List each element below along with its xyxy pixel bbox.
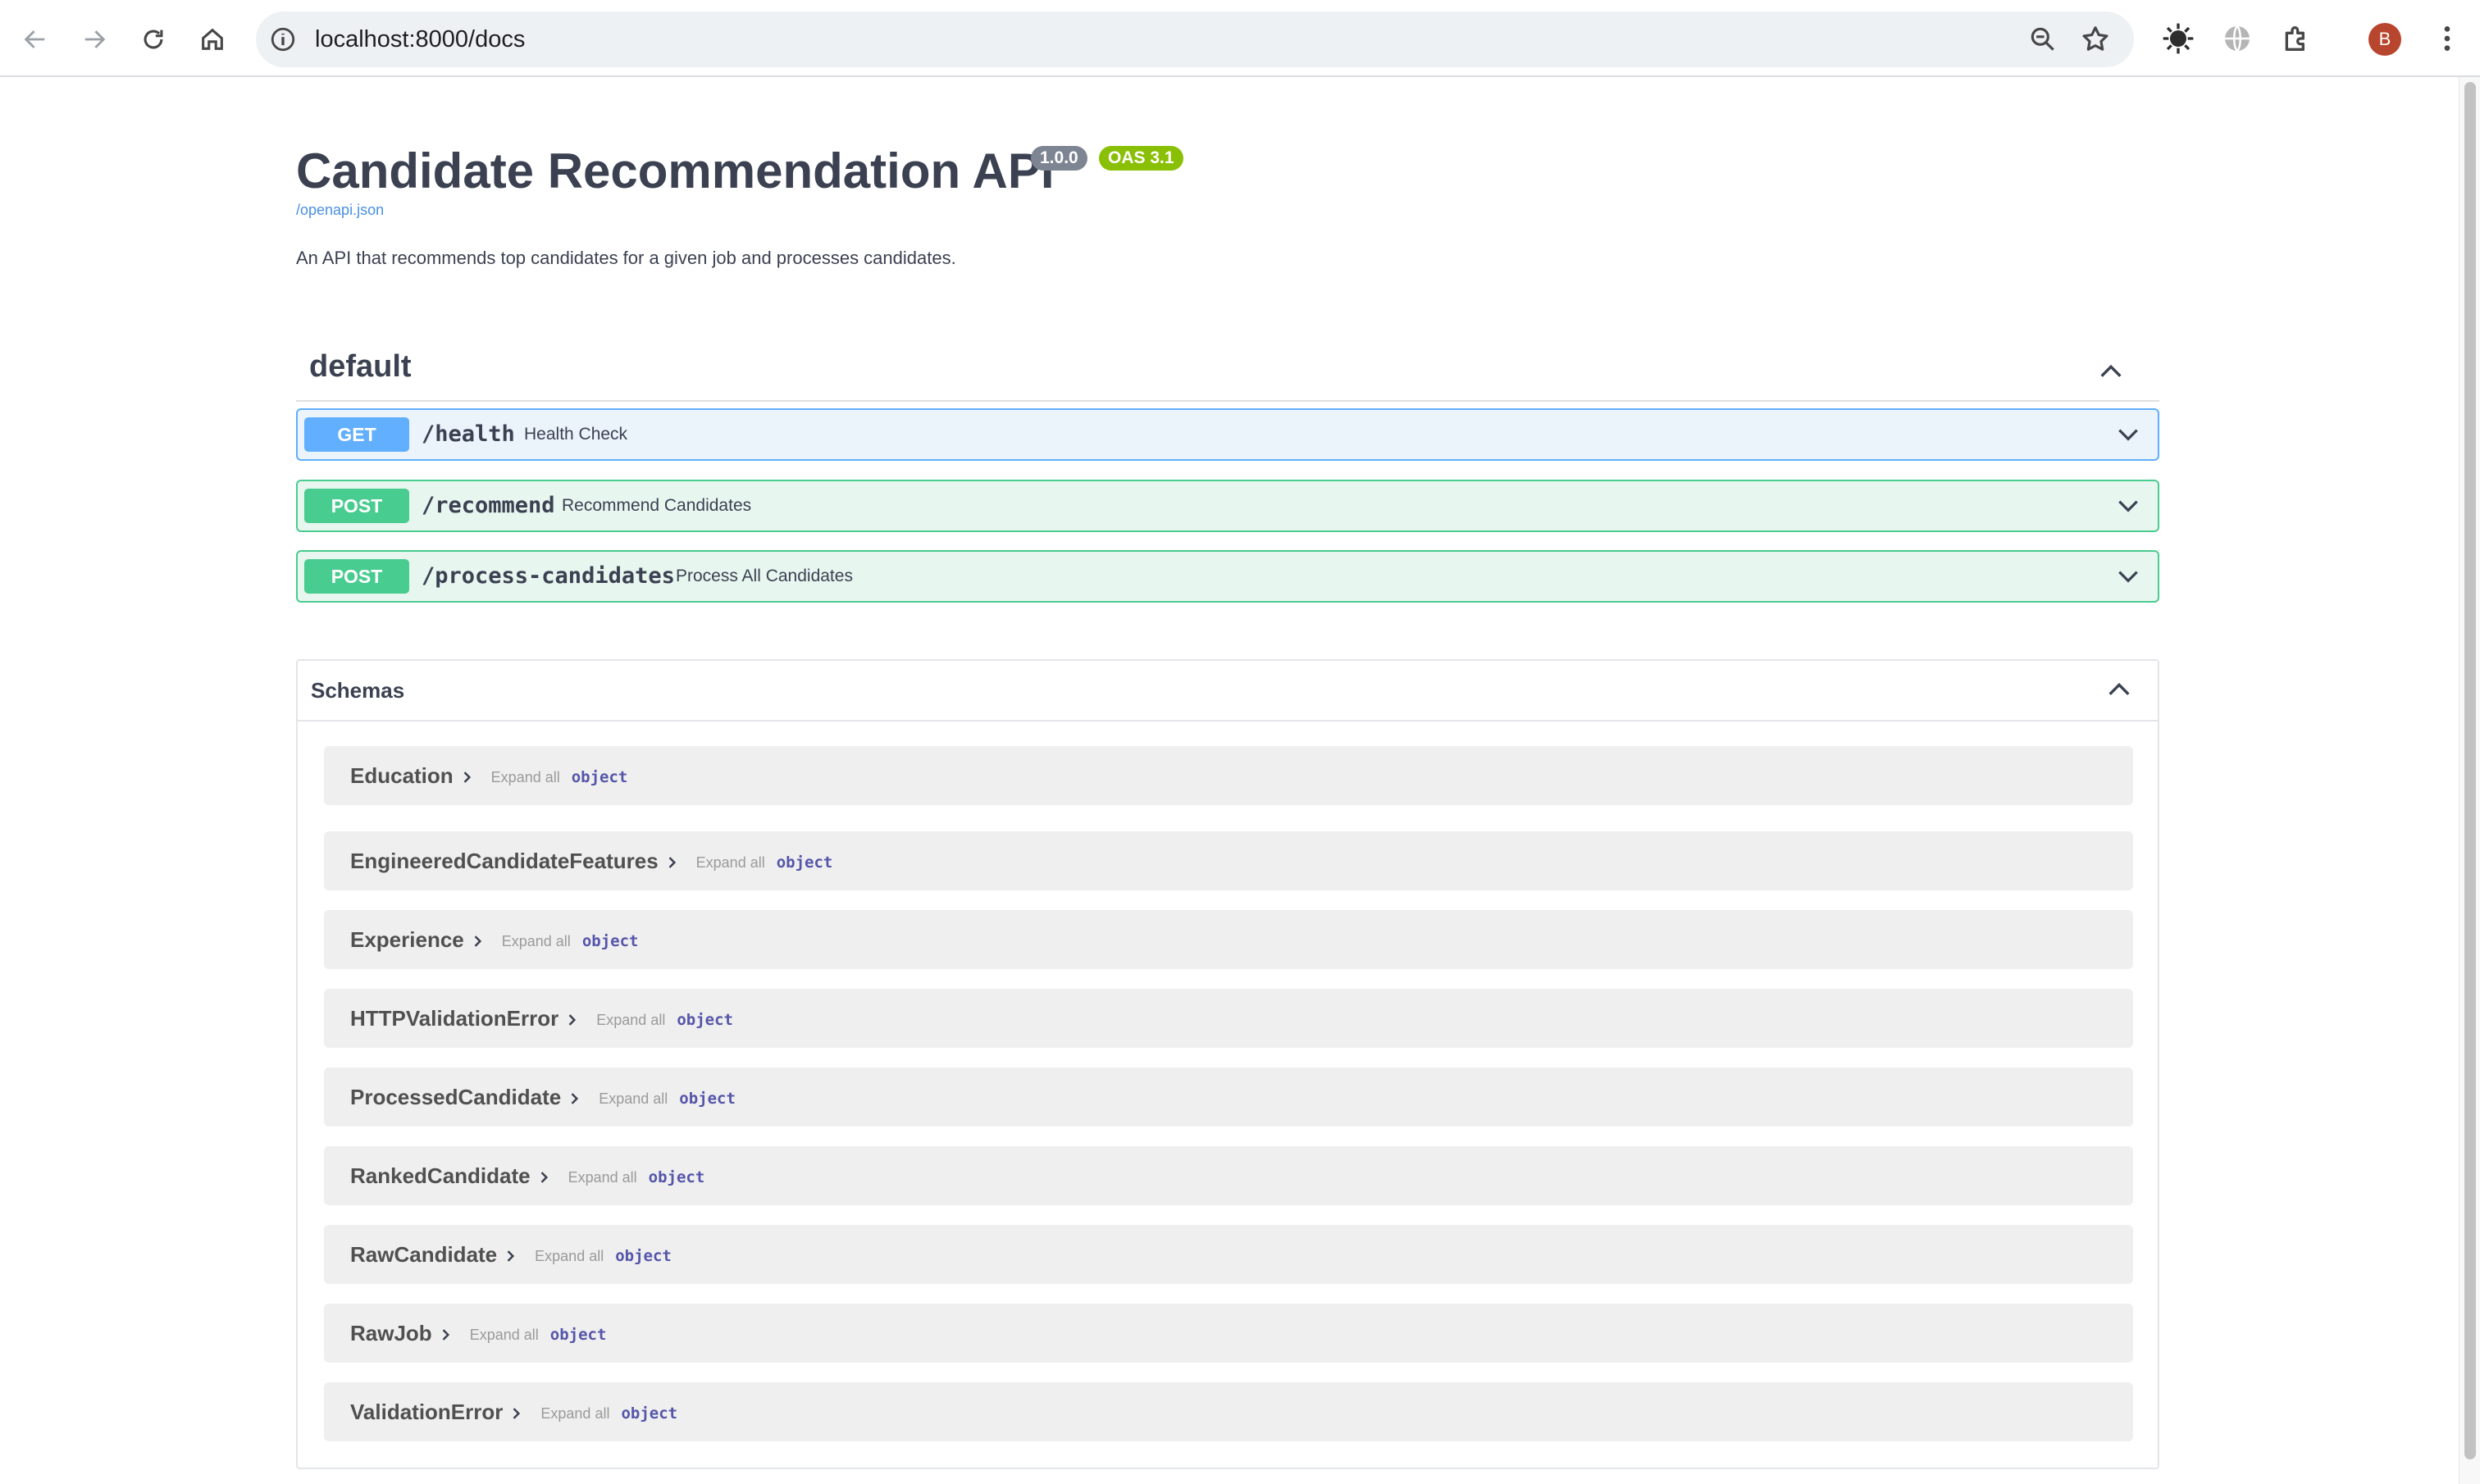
schema-type: object (615, 1247, 672, 1266)
schema-item[interactable]: ValidationError Expand all object (324, 1382, 2133, 1441)
schema-item[interactable]: RawJob Expand all object (324, 1304, 2133, 1363)
schemas-section: Schemas Education Expand all object Engine… (296, 659, 2159, 1469)
reload-button[interactable] (133, 19, 174, 60)
arrow-right-icon (84, 30, 106, 48)
schema-name[interactable]: Education (350, 763, 454, 788)
schema-type: object (581, 932, 639, 951)
expand-all-link[interactable]: Expand all (502, 933, 571, 949)
url-text: localhost:8000/docs (315, 26, 526, 52)
browser-toolbar: localhost:8000/docs B (0, 0, 2480, 77)
expand-all-link[interactable]: Expand all (599, 1090, 668, 1107)
schema-item[interactable]: EngineeredCandidateFeatures Expand all obj… (324, 831, 2133, 890)
openapi-json-link[interactable]: /openapi.json (296, 202, 384, 219)
method-badge: GET (304, 417, 409, 452)
home-button[interactable] (192, 19, 233, 60)
operation-summary: Recommend Candidates (562, 496, 752, 515)
schema-type: object (776, 854, 833, 872)
method-badge: POST (304, 559, 409, 594)
extension-sun-icon[interactable] (2162, 22, 2195, 55)
forward-button[interactable] (74, 19, 115, 60)
api-info: Candidate Recommendation API (296, 143, 1055, 200)
schema-name[interactable]: RawCandidate (350, 1242, 497, 1267)
home-icon (202, 28, 223, 50)
schema-name[interactable]: ValidationError (350, 1400, 503, 1424)
expand-all-link[interactable]: Expand all (540, 1405, 609, 1422)
extension-globe-icon[interactable] (2221, 22, 2254, 55)
chevron-right-icon[interactable] (508, 1405, 524, 1422)
schema-name[interactable]: EngineeredCandidateFeatures (350, 849, 659, 873)
address-bar[interactable]: localhost:8000/docs (256, 11, 2134, 67)
extensions-puzzle-icon[interactable] (2280, 22, 2313, 55)
back-button[interactable] (15, 19, 56, 60)
schema-name[interactable]: RankedCandidate (350, 1163, 531, 1188)
expand-all-link[interactable]: Expand all (491, 769, 560, 785)
section-title: default (309, 349, 412, 384)
method-badge: POST (304, 489, 409, 523)
chevron-right-icon[interactable] (502, 1248, 518, 1264)
schema-name[interactable]: RawJob (350, 1321, 432, 1345)
chevron-down-icon[interactable] (2115, 493, 2141, 519)
api-description: An API that recommends top candidates fo… (296, 248, 956, 268)
schema-item[interactable]: RankedCandidate Expand all object (324, 1146, 2133, 1205)
chevron-up-icon[interactable] (2097, 357, 2125, 385)
expand-all-link[interactable]: Expand all (535, 1248, 604, 1264)
api-title: Candidate Recommendation API (296, 143, 1055, 198)
schema-type: object (677, 1011, 733, 1030)
schema-type: object (648, 1168, 705, 1187)
page-scrollbar[interactable] (2459, 77, 2480, 1484)
schema-item[interactable]: Education Expand all object (324, 746, 2133, 805)
operation-summary: Health Check (524, 425, 628, 444)
expand-all-link[interactable]: Expand all (470, 1327, 539, 1343)
operation-summary: Process All Candidates (676, 567, 853, 585)
operation-path: /process-candidates (422, 563, 675, 589)
operation-path: /recommend (422, 493, 555, 518)
chevron-right-icon[interactable] (563, 1012, 580, 1028)
schema-name[interactable]: HTTPValidationError (350, 1006, 558, 1031)
schema-item[interactable]: RawCandidate Expand all object (324, 1225, 2133, 1284)
expand-all-link[interactable]: Expand all (568, 1169, 637, 1186)
chevron-down-icon[interactable] (2115, 563, 2141, 590)
schemas-header[interactable]: Schemas (298, 661, 2158, 722)
bookmark-star-icon[interactable] (2080, 24, 2111, 55)
chevron-right-icon[interactable] (458, 769, 475, 785)
reload-icon (144, 30, 163, 49)
zoom-icon[interactable] (2027, 24, 2058, 55)
schema-item[interactable]: ProcessedCandidate Expand all object (324, 1067, 2133, 1127)
schema-type: object (571, 768, 628, 787)
schema-name[interactable]: ProcessedCandidate (350, 1085, 561, 1109)
chevron-right-icon[interactable] (566, 1090, 582, 1107)
expand-all-link[interactable]: Expand all (596, 1012, 665, 1028)
oas-badge: OAS 3.1 (1099, 146, 1183, 171)
operation-get-health[interactable]: GET /health Health Check (296, 408, 2159, 461)
version-badge: 1.0.0 (1031, 146, 1087, 171)
profile-avatar[interactable]: B (2368, 23, 2401, 56)
operation-post-process-candidates[interactable]: POST /process-candidates Process All Can… (296, 550, 2159, 603)
scrollbar-thumb[interactable] (2464, 82, 2476, 1459)
schemas-title: Schemas (311, 678, 405, 703)
chevron-right-icon[interactable] (469, 933, 486, 949)
schema-name[interactable]: Experience (350, 927, 464, 952)
chevron-right-icon[interactable] (437, 1327, 454, 1343)
swagger-page: Candidate Recommendation API 1.0.0 OAS 3… (0, 77, 2460, 1484)
schema-type: object (549, 1326, 607, 1345)
default-section-header[interactable]: default (296, 339, 2159, 402)
operation-post-recommend[interactable]: POST /recommend Recommend Candidates (296, 480, 2159, 532)
operation-path: /health (422, 421, 515, 447)
chevron-right-icon[interactable] (663, 854, 680, 871)
site-info-icon[interactable] (269, 25, 297, 53)
schema-item[interactable]: HTTPValidationError Expand all object (324, 989, 2133, 1048)
schema-type: object (621, 1404, 678, 1423)
chevron-up-icon[interactable] (2105, 676, 2133, 703)
expand-all-link[interactable]: Expand all (696, 854, 765, 871)
schema-type: object (679, 1090, 736, 1108)
more-vertical-icon[interactable] (2431, 22, 2464, 55)
chevron-down-icon[interactable] (2115, 421, 2141, 448)
schema-item[interactable]: Experience Expand all object (324, 910, 2133, 969)
chevron-right-icon[interactable] (536, 1169, 552, 1186)
arrow-left-icon (24, 30, 45, 48)
